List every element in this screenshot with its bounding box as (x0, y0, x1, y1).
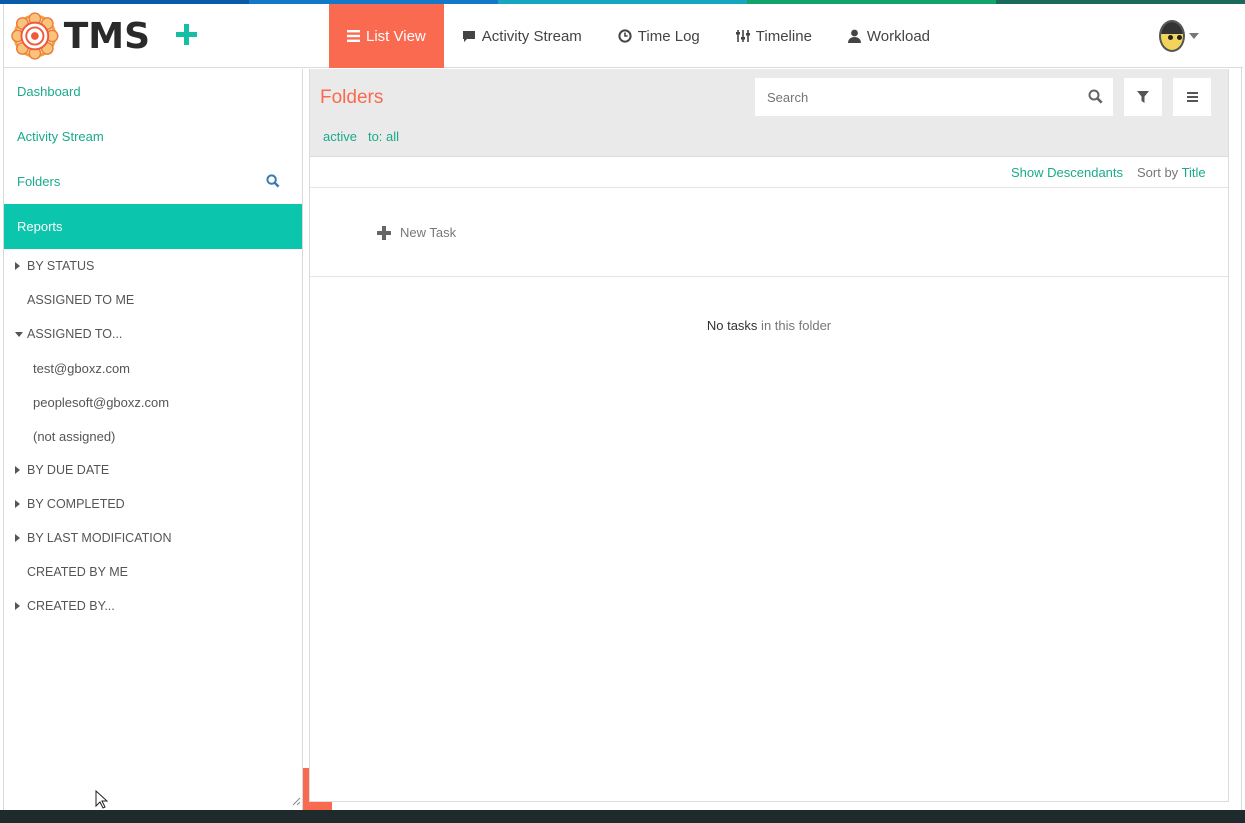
report-label: test@gboxz.com (33, 360, 131, 376)
clock-icon (618, 29, 632, 43)
report-label: BY DUE DATE (27, 463, 110, 477)
nav-label: List View (366, 27, 426, 45)
menu-icon (1186, 92, 1198, 102)
report-created-by-me[interactable]: CREATED BY ME (4, 555, 302, 589)
new-task-button[interactable]: New Task (377, 225, 456, 240)
show-descendants-link[interactable]: Show Descendants (1011, 165, 1123, 180)
resize-grip-icon[interactable] (291, 796, 301, 806)
logo-gear-icon (11, 12, 59, 60)
nav-label: Time Log (637, 27, 700, 45)
nav-label: Activity Stream (481, 27, 582, 45)
active-filters: active to: all (323, 129, 399, 144)
report-label: (not assigned) (33, 428, 116, 444)
logo[interactable]: TMS (10, 8, 150, 64)
caret-right-icon[interactable] (15, 262, 20, 270)
sort-value-link[interactable]: Title (1182, 165, 1206, 180)
nav-workload[interactable]: Workload (830, 4, 948, 68)
report-label: BY COMPLETED (27, 497, 125, 511)
nav-activity-stream[interactable]: Activity Stream (444, 4, 600, 68)
chevron-down-icon (1189, 33, 1199, 39)
main-panel: Folders active to: all Show Descendants (309, 69, 1229, 802)
top-header: TMS List View Activity Stream Time Log T… (4, 4, 1243, 68)
nav-label: Workload (866, 27, 931, 45)
empty-state-message: No tasks in this folder (310, 318, 1228, 333)
new-task-label: New Task (400, 225, 457, 240)
nav-timeline[interactable]: Timeline (718, 4, 830, 68)
sidebar: Dashboard Activity Stream Folders Report… (4, 69, 303, 810)
caret-right-icon[interactable] (15, 602, 20, 610)
report-label: peoplesoft@gboxz.com (33, 394, 170, 410)
avatar (1159, 20, 1185, 52)
folder-header: Folders active to: all (310, 69, 1228, 157)
user-icon (847, 29, 861, 43)
main-nav: List View Activity Stream Time Log Timel… (329, 4, 948, 68)
empty-state-strong: No tasks (706, 318, 758, 333)
filter-tag-to[interactable]: to: all (368, 129, 399, 144)
list-toolbar: Show Descendants Sort by Title (310, 157, 1228, 188)
mouse-cursor-icon (95, 790, 109, 809)
filter-tag-active[interactable]: active (323, 129, 357, 144)
report-label: ASSIGNED TO... (27, 327, 123, 341)
sort-label: Sort by (1137, 165, 1179, 180)
report-assigned-to-me[interactable]: ASSIGNED TO ME (4, 283, 302, 317)
nav-time-log[interactable]: Time Log (600, 4, 718, 68)
report-label: CREATED BY... (27, 599, 115, 613)
report-by-completed[interactable]: BY COMPLETED (4, 487, 302, 521)
user-avatar-menu[interactable] (1159, 18, 1199, 54)
sidebar-item-label: Dashboard (17, 84, 81, 99)
caret-right-icon[interactable] (15, 534, 20, 542)
caret-down-icon[interactable] (15, 331, 23, 337)
sidebar-item-activity-stream[interactable]: Activity Stream (4, 114, 302, 159)
bottom-bar (0, 810, 1245, 823)
report-label: ASSIGNED TO ME (27, 293, 135, 307)
add-plus-icon[interactable] (172, 20, 202, 50)
filter-button[interactable] (1124, 78, 1162, 116)
report-by-status[interactable]: BY STATUS (4, 249, 302, 283)
report-by-last-modification[interactable]: BY LAST MODIFICATION (4, 521, 302, 555)
empty-state-text: in this folder (757, 318, 832, 333)
new-task-row: New Task (310, 188, 1228, 277)
caret-right-icon[interactable] (15, 500, 20, 508)
report-assignee-test[interactable]: test@gboxz.com (4, 351, 302, 385)
search-icon[interactable] (266, 174, 280, 191)
logo-text: TMS (63, 15, 150, 57)
sort-control: Sort by Title (1137, 165, 1206, 180)
report-label: BY LAST MODIFICATION (27, 531, 172, 545)
sidebar-item-reports[interactable]: Reports (4, 204, 302, 249)
search-box (755, 78, 1113, 116)
sidebar-item-label: Activity Stream (17, 129, 104, 144)
page-title: Folders (320, 87, 384, 108)
menu-button[interactable] (1173, 78, 1211, 116)
report-tree: BY STATUS ASSIGNED TO ME ASSIGNED TO... … (4, 249, 302, 623)
report-label: BY STATUS (27, 259, 95, 273)
list-icon (347, 30, 360, 42)
report-assigned-to[interactable]: ASSIGNED TO... (4, 317, 302, 351)
sidebar-item-folders[interactable]: Folders (4, 159, 302, 204)
report-assignee-peoplesoft[interactable]: peoplesoft@gboxz.com (4, 385, 302, 419)
report-by-due-date[interactable]: BY DUE DATE (4, 453, 302, 487)
caret-right-icon[interactable] (15, 466, 20, 474)
app-window: TMS List View Activity Stream Time Log T… (3, 4, 1243, 810)
sidebar-item-label: Folders (17, 174, 61, 189)
sliders-icon (735, 29, 750, 43)
report-label: CREATED BY ME (27, 565, 128, 579)
nav-list-view[interactable]: List View (329, 4, 444, 68)
search-icon[interactable] (1088, 89, 1103, 109)
filter-icon (1137, 91, 1149, 103)
sidebar-item-label: Reports (17, 219, 63, 234)
search-input[interactable] (755, 82, 1075, 112)
comment-icon (462, 30, 476, 43)
report-not-assigned[interactable]: (not assigned) (4, 419, 302, 453)
sidebar-item-dashboard[interactable]: Dashboard (4, 69, 302, 114)
nav-label: Timeline (755, 27, 812, 45)
plus-icon (377, 225, 391, 240)
report-created-by[interactable]: CREATED BY... (4, 589, 302, 623)
